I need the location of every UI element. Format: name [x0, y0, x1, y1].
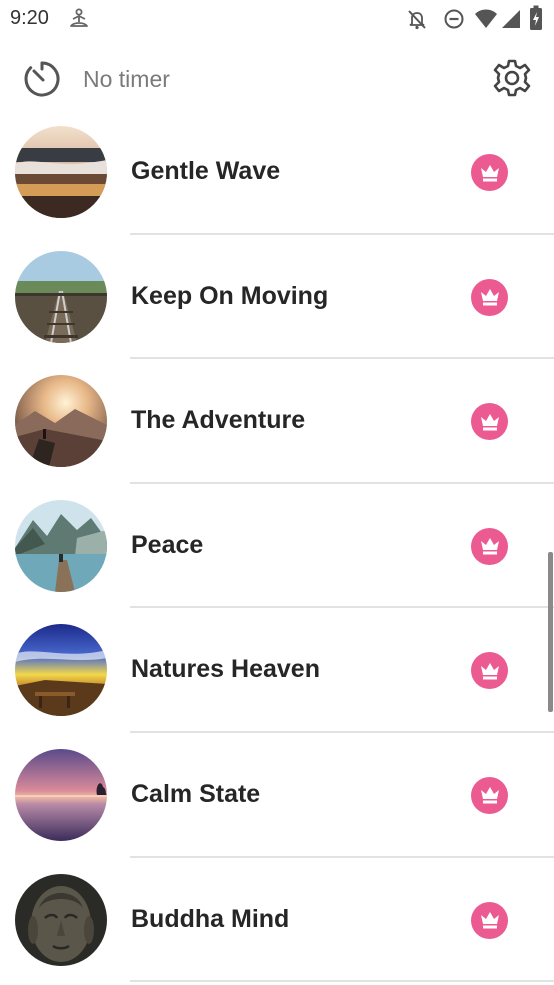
- premium-crown-icon[interactable]: [471, 652, 508, 690]
- sound-title: Gentle Wave: [131, 157, 281, 185]
- scrollbar[interactable]: [548, 552, 553, 712]
- sound-thumbnail-peace: [15, 499, 107, 592]
- list-item[interactable]: Calm State: [0, 733, 554, 858]
- list-item[interactable]: Keep On Moving: [0, 235, 554, 360]
- sound-thumbnail-the-adventure: [15, 375, 107, 468]
- sound-title: The Adventure: [131, 406, 306, 435]
- sound-title: Peace: [131, 530, 204, 559]
- battery-charging-icon: [529, 5, 543, 36]
- timer-icon[interactable]: [22, 59, 62, 104]
- premium-crown-icon[interactable]: [471, 403, 508, 441]
- timer-label[interactable]: No timer: [83, 66, 170, 93]
- sound-title: Keep On Moving: [131, 281, 329, 310]
- sound-title: Buddha Mind: [131, 904, 290, 933]
- premium-crown-icon[interactable]: [471, 901, 508, 939]
- cellular-icon: [501, 8, 521, 35]
- timer-header: No timer: [0, 40, 554, 120]
- list-item[interactable]: Natures Heaven: [0, 608, 554, 733]
- list-item[interactable]: Gentle Wave: [0, 110, 554, 235]
- divider: [130, 980, 554, 983]
- person-meditating-icon: [68, 8, 90, 35]
- list-item[interactable]: Peace: [0, 484, 554, 609]
- sound-list: Gentle Wave Keep On Moving The Adventure…: [0, 110, 554, 983]
- sound-title: Natures Heaven: [131, 655, 320, 684]
- sound-thumbnail-keep-on-moving: [15, 250, 107, 343]
- gear-icon[interactable]: [492, 58, 532, 103]
- sound-thumbnail-calm-state: [15, 748, 107, 841]
- list-item[interactable]: The Adventure: [0, 359, 554, 484]
- sound-thumbnail-gentle-wave: [15, 126, 107, 218]
- notifications-off-icon: [406, 8, 428, 35]
- premium-crown-icon[interactable]: [471, 278, 508, 316]
- do-not-disturb-icon: [443, 8, 465, 35]
- status-time: 9:20: [10, 7, 49, 29]
- status-bar: 9:20: [0, 0, 554, 40]
- wifi-icon: [474, 8, 498, 35]
- sound-title: Calm State: [131, 779, 261, 808]
- premium-crown-icon[interactable]: [471, 154, 508, 191]
- sound-thumbnail-natures-heaven: [15, 624, 107, 717]
- list-item[interactable]: Buddha Mind: [0, 858, 554, 983]
- premium-crown-icon[interactable]: [471, 776, 508, 814]
- premium-crown-icon[interactable]: [471, 527, 508, 565]
- sound-thumbnail-buddha-mind: [15, 873, 107, 966]
